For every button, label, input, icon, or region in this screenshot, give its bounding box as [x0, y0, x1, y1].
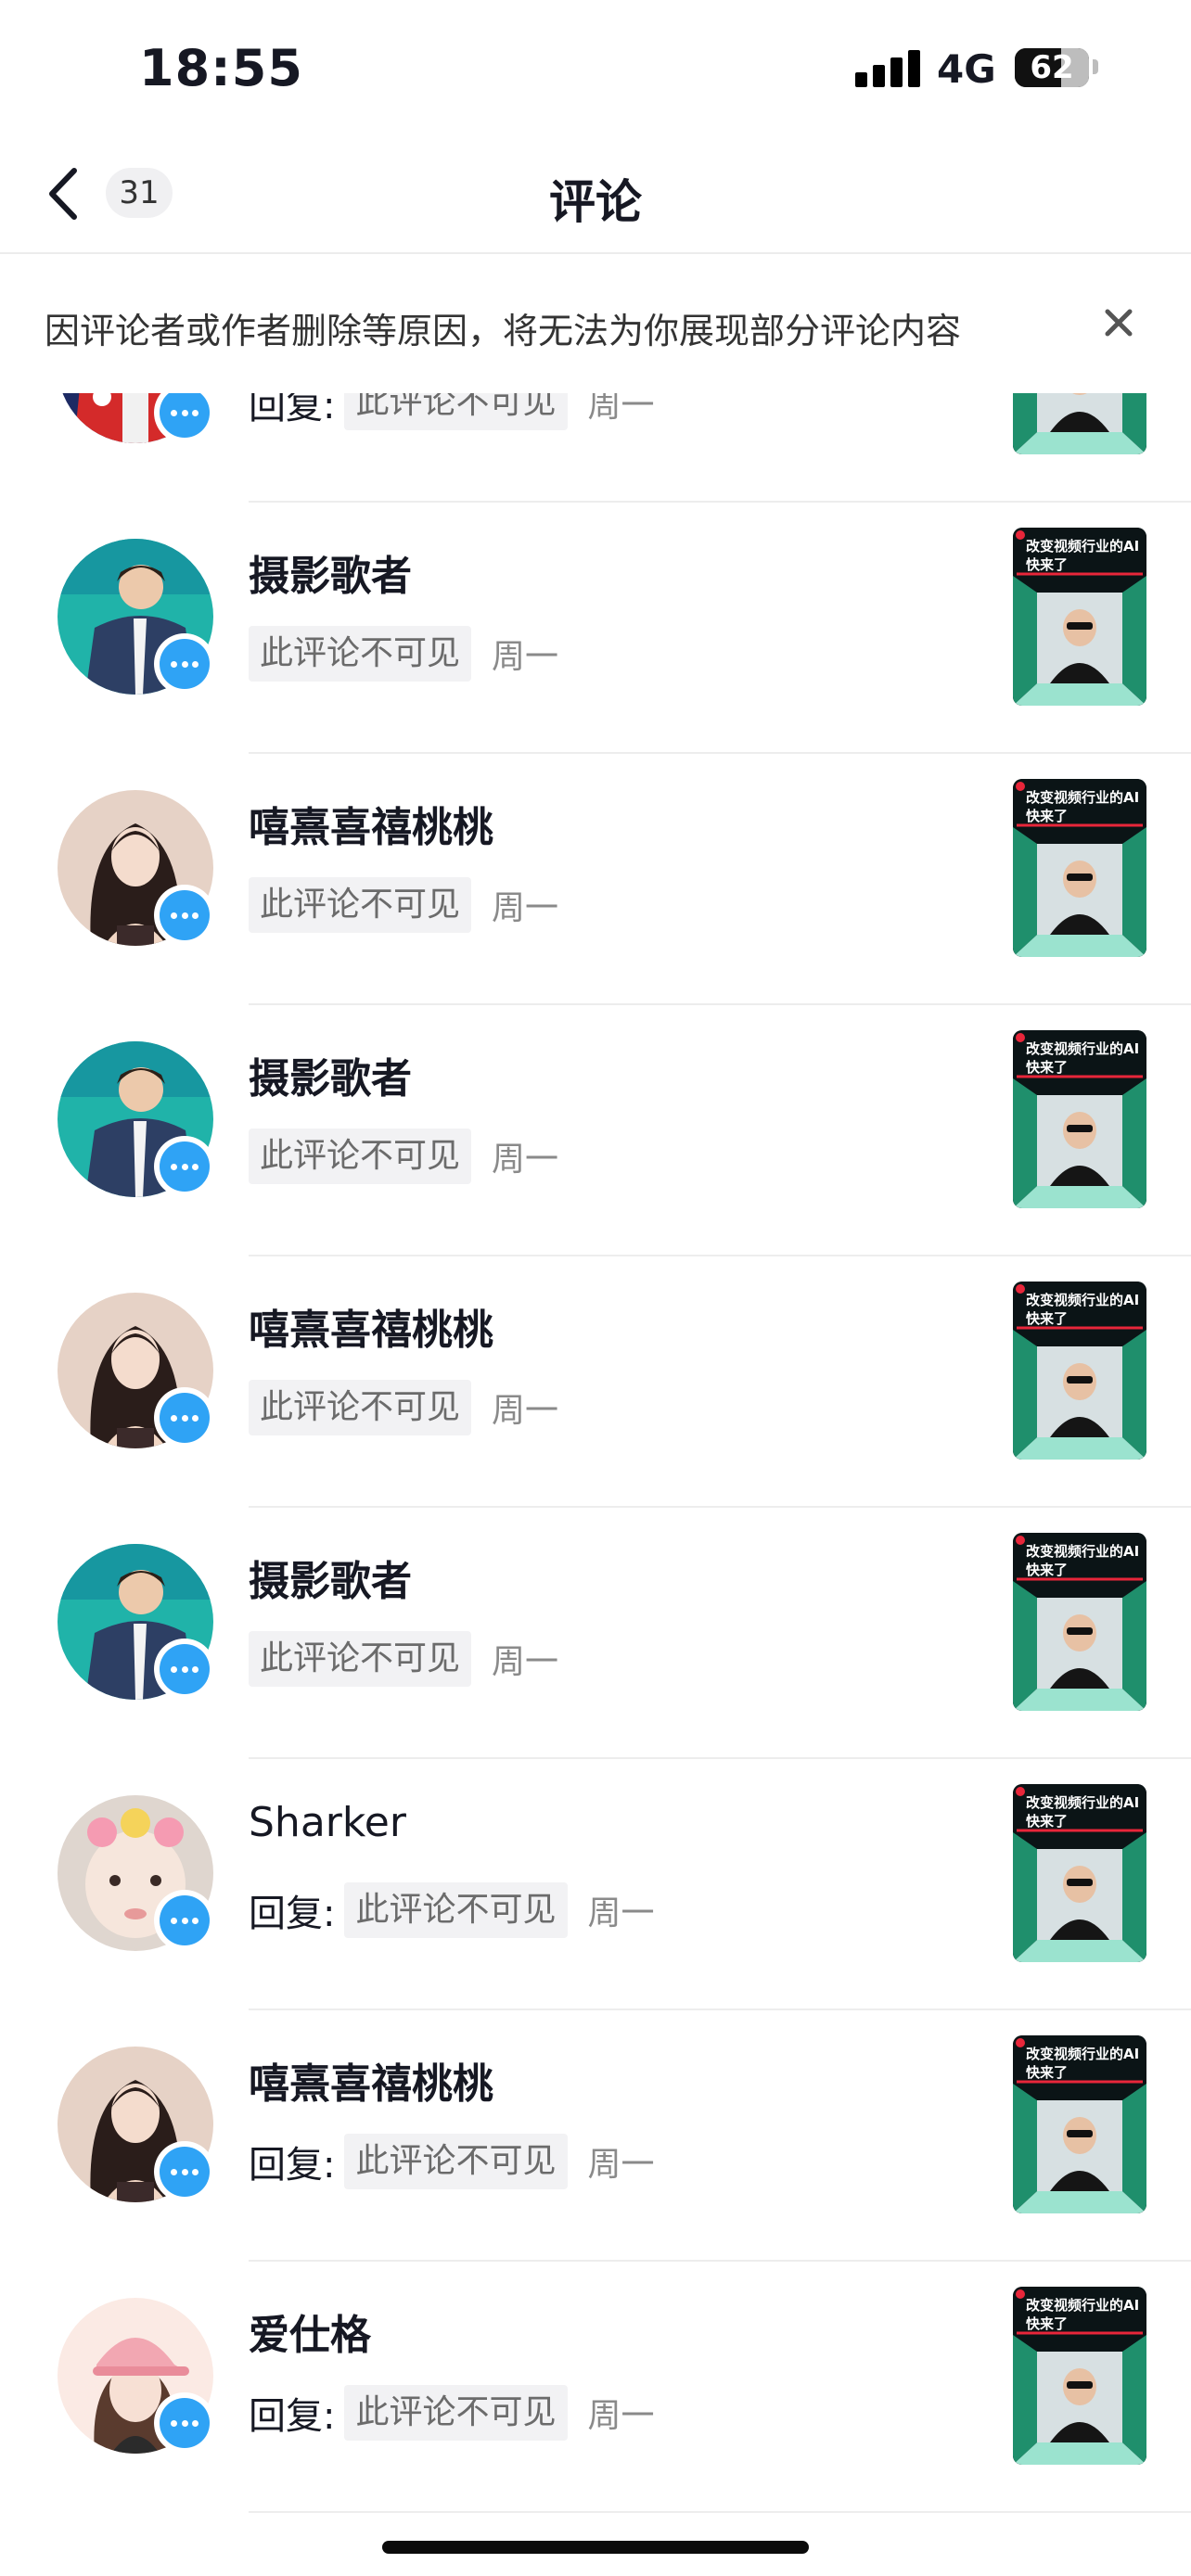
video-thumbnail[interactable]: 改变视频行业的AI快来了 [1013, 1030, 1146, 1208]
nav-bar: 31 评论 [0, 139, 1191, 254]
comment-date: 周一 [587, 2146, 655, 2184]
comment-date: 周一 [492, 1141, 559, 1179]
comment-date: 周一 [587, 393, 655, 425]
comment-meta-row: 回复: 此评论不可见 周一 [249, 393, 655, 430]
reply-label: 回复: [249, 1893, 336, 1935]
comment-item[interactable]: 嘻熹喜禧桃桃此评论不可见 周一 改变视频行业的AI快来了 [0, 1256, 1191, 1508]
comment-meta-row: 回复: 此评论不可见 周一 [249, 2385, 655, 2441]
page-title: 评论 [549, 175, 642, 229]
comment-list: 义驰迪回复:此评论不可见周一改变视频行业的AI快来了摄影歌者此评论不可见周一改变… [0, 393, 1191, 2576]
hidden-comment-chip: 此评论不可见 [249, 1129, 472, 1184]
video-thumbnail[interactable]: 改变视频行业的AI快来了 [1013, 528, 1146, 706]
comment-meta-row: 此评论不可见 周一 [249, 1129, 558, 1184]
comment-badge-icon [154, 1639, 215, 1700]
comment-date: 周一 [587, 2397, 655, 2435]
comment-item[interactable]: Sharker 回复: 此评论不可见 周一 改变视频行业的AI快来了 [0, 1759, 1191, 2010]
comment-item[interactable]: 嘻熹喜禧桃桃回复: 此评论不可见 周一 改变视频行业的AI快来了 [0, 2010, 1191, 2262]
cellular-signal-icon [855, 48, 920, 87]
comment-item[interactable]: 嘻熹喜禧桃桃 此评论不可见 周一 改变视频行业的AI快来了 [0, 754, 1191, 1005]
comment-badge-icon [154, 633, 215, 695]
comment-badge-icon [154, 2392, 215, 2454]
comment-author-name[interactable]: Sharker [249, 1799, 406, 1846]
comment-author-name[interactable]: 摄影歌者 [249, 542, 412, 602]
video-thumbnail[interactable]: 改变视频行业的AI快来了 [1013, 393, 1146, 454]
hidden-comment-chip: 此评论不可见 [344, 393, 568, 430]
close-icon [1105, 309, 1133, 337]
hidden-comment-chip: 此评论不可见 [344, 2385, 568, 2441]
hidden-comment-chip: 此评论不可见 [344, 1882, 568, 1938]
notice-text: 因评论者或作者删除等原因，将无法为你展现部分评论内容 [45, 311, 962, 351]
video-thumbnail-caption: 改变视频行业的AI快来了 [1026, 789, 1140, 824]
video-thumbnail-caption: 改变视频行业的AI快来了 [1026, 2297, 1140, 2332]
video-thumbnail-caption: 改变视频行业的AI快来了 [1026, 1292, 1140, 1327]
battery-level: 62 [1030, 49, 1074, 86]
video-thumbnail[interactable]: 改变视频行业的AI快来了 [1013, 1282, 1146, 1460]
video-thumbnail[interactable]: 改变视频行业的AI快来了 [1013, 1533, 1146, 1711]
comment-date: 周一 [492, 638, 559, 676]
video-thumbnail-caption: 改变视频行业的AI快来了 [1026, 538, 1140, 573]
comment-badge-icon [154, 885, 215, 946]
video-thumbnail[interactable]: 改变视频行业的AI快来了 [1013, 779, 1146, 957]
home-indicator [382, 2541, 809, 2554]
comment-badge-icon [154, 1136, 215, 1197]
hidden-comment-chip: 此评论不可见 [249, 1380, 472, 1435]
hidden-comment-chip: 此评论不可见 [249, 1631, 472, 1687]
divider [249, 2511, 1191, 2513]
video-thumbnail[interactable]: 改变视频行业的AI快来了 [1013, 2035, 1146, 2213]
comment-badge-icon [154, 1387, 215, 1448]
comment-badge-icon [154, 1890, 215, 1951]
network-type: 4G [937, 46, 996, 92]
comment-meta-row: 此评论不可见 周一 [249, 1631, 558, 1687]
reply-label: 回复: [249, 393, 336, 427]
comment-author-name[interactable]: 爱仕格 [249, 2302, 371, 2361]
video-thumbnail[interactable]: 改变视频行业的AI快来了 [1013, 1784, 1146, 1962]
comment-item[interactable]: 摄影歌者此评论不可见 周一 改变视频行业的AI快来了 [0, 503, 1191, 754]
comment-meta-row: 回复: 此评论不可见 周一 [249, 2134, 655, 2189]
reply-label: 回复: [249, 2395, 336, 2438]
hidden-comment-chip: 此评论不可见 [249, 626, 472, 682]
video-thumbnail-caption: 改变视频行业的AI快来了 [1026, 2046, 1140, 2081]
notice-close-button[interactable] [1098, 295, 1139, 351]
comment-author-name[interactable]: 嘻熹喜禧桃桃 [249, 1296, 493, 1356]
comment-date: 周一 [492, 889, 559, 927]
notice-banner: 因评论者或作者删除等原因，将无法为你展现部分评论内容 [0, 254, 1191, 393]
comment-item[interactable]: 爱仕格回复: 此评论不可见 周一 改变视频行业的AI快来了 [0, 2262, 1191, 2513]
comment-date: 周一 [587, 1894, 655, 1932]
status-time: 18:55 [139, 39, 303, 97]
comment-meta-row: 此评论不可见 周一 [249, 626, 558, 682]
battery-icon: 62 [1015, 48, 1089, 87]
comment-date: 周一 [492, 1392, 559, 1430]
comment-item[interactable]: 摄影歌者此评论不可见 周一 改变视频行业的AI快来了 [0, 1005, 1191, 1256]
comment-meta-row: 此评论不可见 周一 [249, 877, 558, 933]
comment-meta-row: 回复: 此评论不可见 周一 [249, 1882, 655, 1938]
video-thumbnail[interactable]: 改变视频行业的AI快来了 [1013, 2287, 1146, 2465]
video-thumbnail-caption: 改变视频行业的AI快来了 [1026, 1543, 1140, 1578]
comment-meta-row: 此评论不可见 周一 [249, 1380, 558, 1435]
comment-item[interactable]: 义驰迪回复:此评论不可见周一改变视频行业的AI快来了 [0, 393, 1191, 503]
video-thumbnail-caption: 改变视频行业的AI快来了 [1026, 1794, 1140, 1830]
status-bar: 18:55 4G 62 [0, 0, 1191, 139]
comment-date: 周一 [492, 1643, 559, 1681]
hidden-comment-chip: 此评论不可见 [344, 2134, 568, 2189]
video-thumbnail-caption: 改变视频行业的AI快来了 [1026, 1040, 1140, 1076]
comment-author-name[interactable]: 摄影歌者 [249, 1548, 412, 1607]
comment-author-name[interactable]: 摄影歌者 [249, 1045, 412, 1104]
hidden-comment-chip: 此评论不可见 [249, 877, 472, 933]
comment-author-name[interactable]: 嘻熹喜禧桃桃 [249, 2050, 493, 2110]
comment-badge-icon [154, 2141, 215, 2202]
reply-label: 回复: [249, 2144, 336, 2187]
comment-author-name[interactable]: 嘻熹喜禧桃桃 [249, 794, 493, 853]
comment-item[interactable]: 摄影歌者此评论不可见 周一 改变视频行业的AI快来了 [0, 1508, 1191, 1759]
battery-tip [1093, 59, 1098, 74]
